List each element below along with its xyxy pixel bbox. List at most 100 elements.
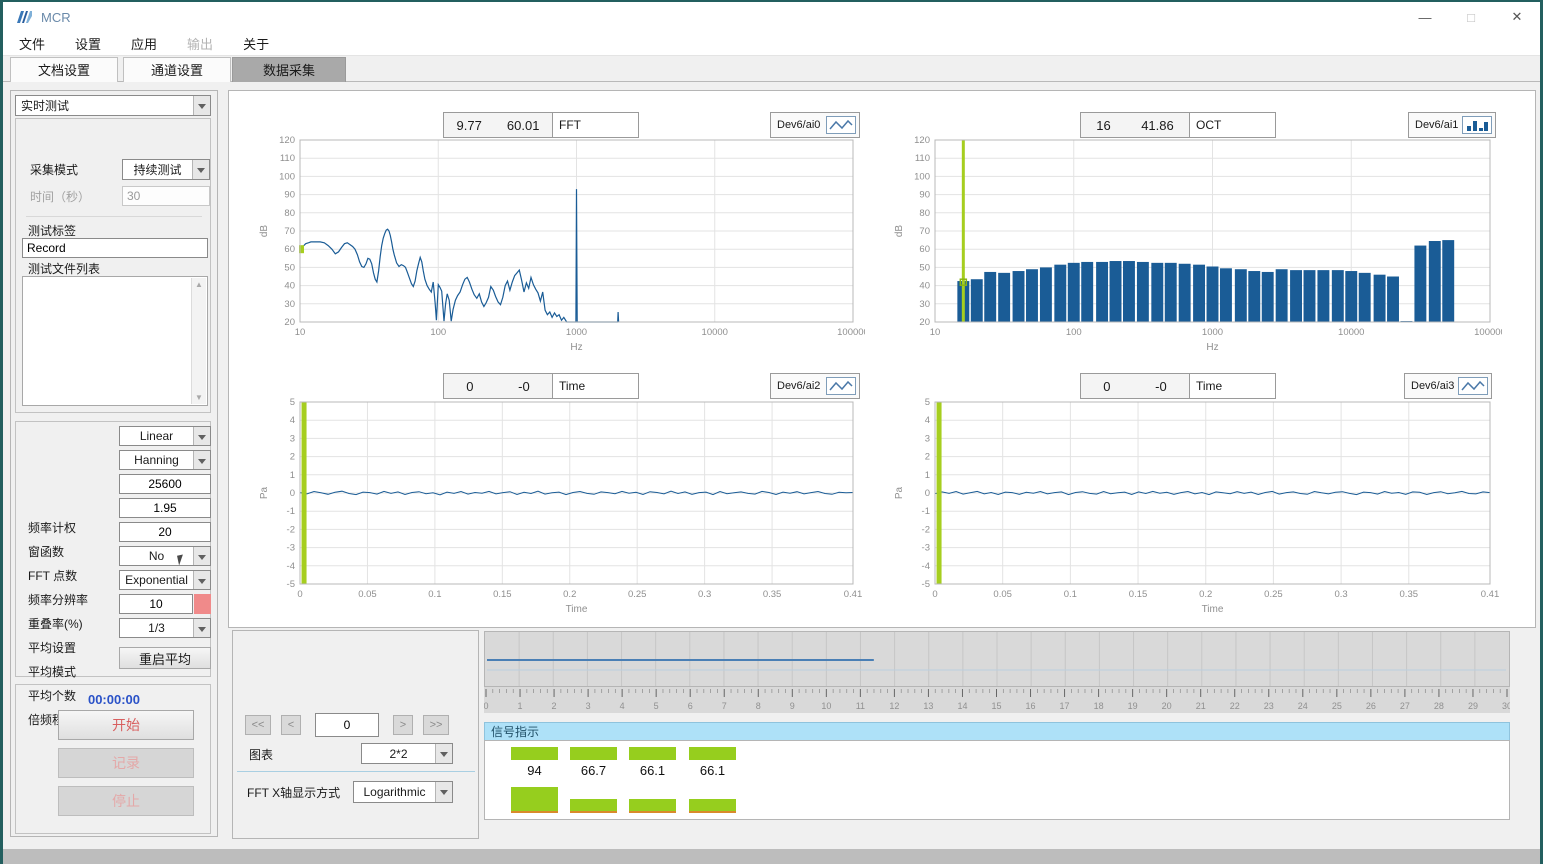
- chevron-down-icon[interactable]: [435, 744, 452, 763]
- nav-first-button[interactable]: <<: [245, 715, 271, 735]
- test-mode-select[interactable]: 实时测试: [15, 95, 211, 116]
- svg-text:-4: -4: [922, 561, 930, 572]
- svg-text:10: 10: [821, 701, 831, 711]
- menu-file[interactable]: 文件: [19, 34, 45, 53]
- menu-about[interactable]: 关于: [243, 34, 269, 53]
- svg-text:dB: dB: [259, 225, 270, 238]
- svg-text:10: 10: [930, 327, 941, 338]
- window-func-select[interactable]: Hanning: [119, 450, 211, 470]
- cursor-y-value: -0: [518, 379, 530, 394]
- scroll-down-icon[interactable]: ▼: [195, 393, 203, 402]
- svg-text:0.2: 0.2: [1199, 589, 1212, 600]
- timeline-svg: 0123456789101112131415161718192021222324…: [484, 631, 1510, 713]
- svg-text:0: 0: [925, 488, 930, 499]
- tab-channel-settings[interactable]: 通道设置: [123, 57, 231, 82]
- svg-text:1000: 1000: [1202, 327, 1223, 338]
- avg-setting-select[interactable]: No: [119, 546, 211, 566]
- svg-text:22: 22: [1230, 701, 1240, 711]
- svg-text:5: 5: [925, 397, 930, 408]
- nav-last-button[interactable]: >>: [423, 715, 449, 735]
- fft-xaxis-select[interactable]: Logarithmic: [353, 781, 453, 803]
- signal-level-meter: [511, 787, 558, 813]
- svg-text:3: 3: [586, 701, 591, 711]
- tab-data-acquisition[interactable]: 数据采集: [232, 57, 346, 82]
- scroll-up-icon[interactable]: ▲: [195, 280, 203, 289]
- start-button[interactable]: 开始: [58, 710, 194, 740]
- svg-text:29: 29: [1468, 701, 1478, 711]
- restart-average-button[interactable]: 重启平均: [119, 647, 211, 669]
- avg-mode-select[interactable]: Exponential: [119, 570, 211, 590]
- signal-value: 66.7: [570, 763, 617, 778]
- display-control-panel: << < > >> 图表 2*2 FFT X轴显示方式 Logarithmic: [232, 630, 479, 839]
- fft-plot[interactable]: 2030405060708090100110120101001000100001…: [255, 134, 865, 366]
- octave-select[interactable]: 1/3: [119, 618, 211, 638]
- overlap-input[interactable]: [119, 522, 211, 542]
- svg-text:120: 120: [279, 135, 295, 146]
- svg-text:17: 17: [1060, 701, 1070, 711]
- minimize-button[interactable]: —: [1402, 2, 1448, 32]
- avg-count-input[interactable]: [119, 594, 193, 614]
- time-ai3-plot[interactable]: -5-4-3-2-101234500.050.10.150.20.250.30.…: [890, 396, 1502, 628]
- menu-application[interactable]: 应用: [131, 34, 157, 53]
- svg-text:1: 1: [290, 470, 295, 481]
- nav-prev-button[interactable]: <: [281, 715, 301, 735]
- svg-text:10000: 10000: [702, 327, 728, 338]
- cursor-x-value: 9.77: [457, 118, 482, 133]
- record-timeline[interactable]: 0123456789101112131415161718192021222324…: [484, 631, 1510, 713]
- test-file-list[interactable]: ▲ ▼: [22, 276, 208, 406]
- chevron-down-icon[interactable]: [193, 619, 210, 637]
- chevron-down-icon[interactable]: [193, 451, 210, 469]
- param-label-resolution: 频率分辨率: [28, 591, 88, 609]
- svg-text:100000: 100000: [1474, 327, 1502, 338]
- signal-level-meter: [629, 787, 676, 813]
- tab-document-settings[interactable]: 文档设置: [10, 57, 118, 82]
- resolution-input[interactable]: [119, 498, 211, 518]
- svg-text:dB: dB: [894, 225, 905, 238]
- fft-points-input[interactable]: [119, 474, 211, 494]
- svg-text:60: 60: [284, 244, 295, 255]
- title-bar[interactable]: MCR — □ ✕: [3, 2, 1540, 32]
- window-bottom-strip: [3, 849, 1540, 864]
- chevron-down-icon[interactable]: [193, 427, 210, 445]
- signal-value: 66.1: [629, 763, 676, 778]
- time-ai2-plot[interactable]: -5-4-3-2-101234500.050.10.150.20.250.30.…: [255, 396, 865, 628]
- maximize-button[interactable]: □: [1448, 2, 1494, 32]
- svg-text:21: 21: [1196, 701, 1206, 711]
- svg-text:19: 19: [1128, 701, 1138, 711]
- svg-text:0.15: 0.15: [1129, 589, 1148, 600]
- svg-text:0.41: 0.41: [1481, 589, 1500, 600]
- scrollbar[interactable]: ▲ ▼: [191, 278, 206, 404]
- nav-next-button[interactable]: >: [393, 715, 413, 735]
- svg-text:1: 1: [518, 701, 523, 711]
- page-index-input[interactable]: [315, 713, 379, 737]
- chevron-down-icon[interactable]: [192, 160, 209, 179]
- test-tag-input[interactable]: [22, 238, 208, 258]
- window-title: MCR: [41, 10, 71, 25]
- signal-panel-header: 信号指示: [484, 722, 1510, 740]
- svg-text:4: 4: [290, 415, 295, 426]
- chevron-down-icon[interactable]: [435, 782, 452, 802]
- svg-text:70: 70: [284, 226, 295, 237]
- svg-text:90: 90: [919, 190, 930, 201]
- svg-text:110: 110: [280, 153, 295, 164]
- chart-layout-select[interactable]: 2*2: [361, 743, 453, 764]
- menu-settings[interactable]: 设置: [75, 34, 101, 53]
- acq-mode-select[interactable]: 持续测试: [122, 159, 210, 180]
- chart-layout-label: 图表: [249, 746, 273, 764]
- svg-text:5: 5: [654, 701, 659, 711]
- chevron-down-icon[interactable]: [193, 96, 210, 115]
- chevron-down-icon[interactable]: [193, 571, 210, 589]
- svg-text:100: 100: [430, 327, 446, 338]
- oct-plot[interactable]: 2030405060708090100110120101001000100001…: [890, 134, 1502, 366]
- svg-text:0.2: 0.2: [563, 589, 576, 600]
- chevron-down-icon[interactable]: [193, 547, 210, 565]
- bar-chart-icon: [1462, 116, 1492, 134]
- svg-text:100: 100: [914, 171, 930, 182]
- close-button[interactable]: ✕: [1494, 2, 1540, 32]
- weighting-select[interactable]: Linear: [119, 426, 211, 446]
- svg-text:40: 40: [919, 281, 930, 292]
- svg-text:30: 30: [284, 299, 295, 310]
- svg-text:4: 4: [925, 415, 930, 426]
- svg-text:0.1: 0.1: [1064, 589, 1077, 600]
- svg-text:100: 100: [279, 171, 295, 182]
